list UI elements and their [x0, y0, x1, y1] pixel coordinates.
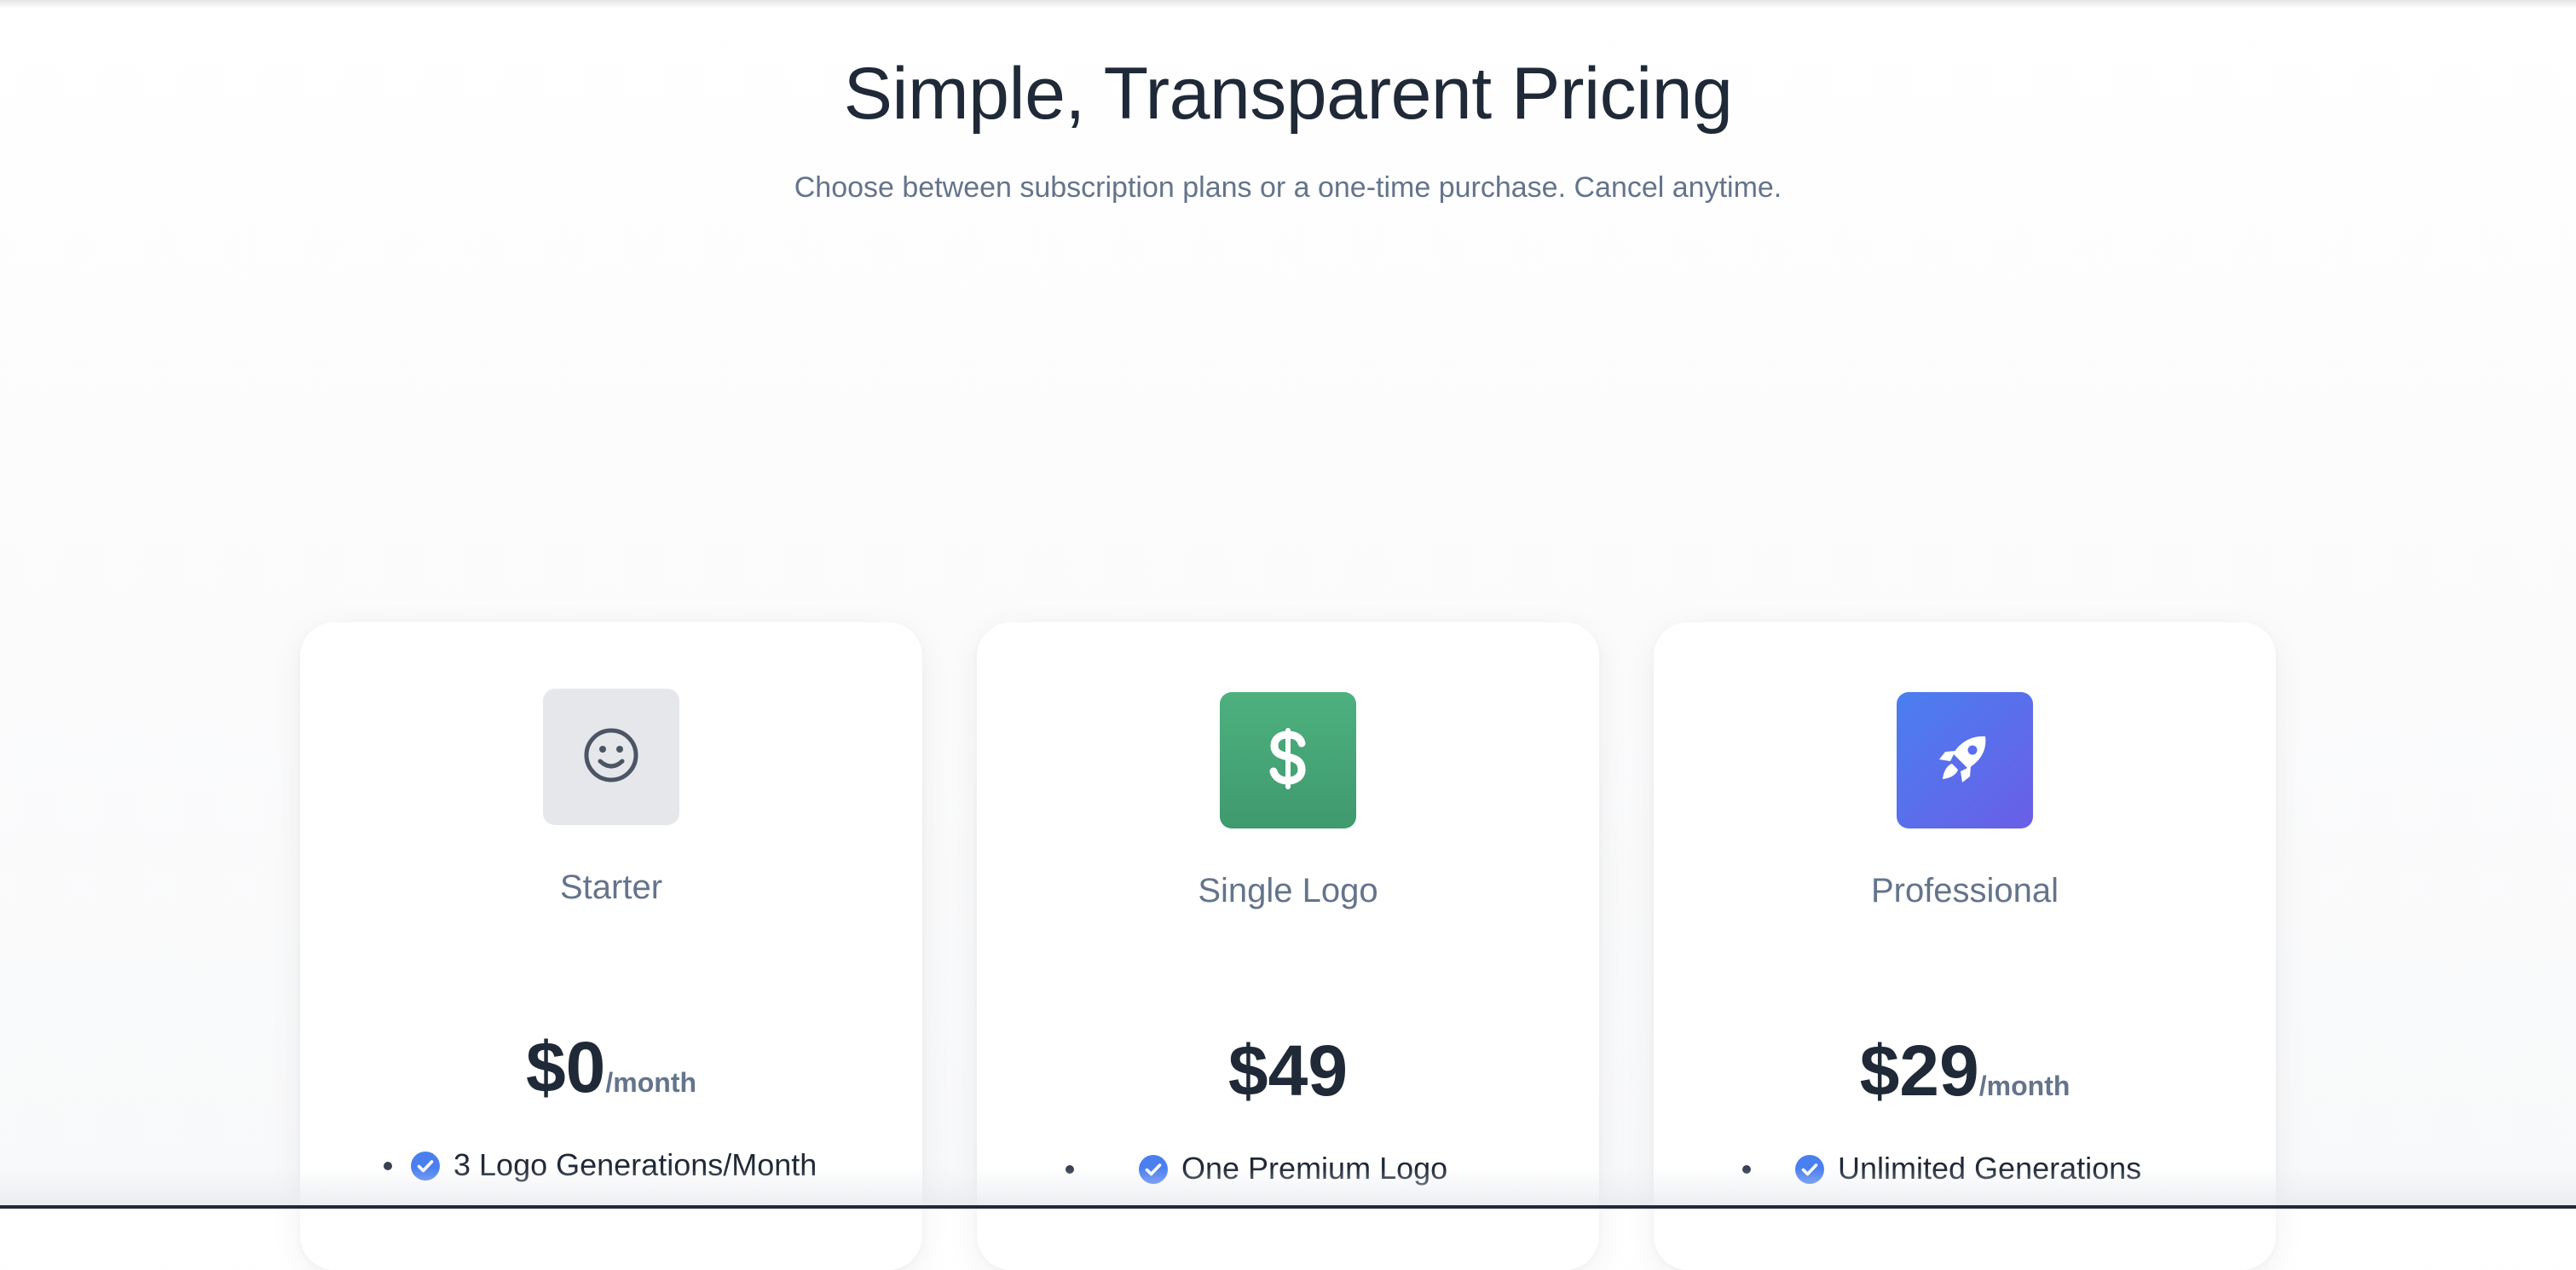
plan-price: $49	[977, 1028, 1599, 1134]
page-subtitle: Choose between subscription plans or a o…	[794, 171, 1782, 204]
price-amount: $29	[1859, 1030, 1979, 1111]
bottom-shadow	[0, 1168, 2576, 1209]
smiley-face-icon	[581, 725, 641, 789]
window-bottom-edge	[0, 1205, 2576, 1209]
price-period: /month	[1978, 1071, 2071, 1101]
plan-icon-tile	[1220, 692, 1356, 828]
price-period: /month	[605, 1067, 697, 1098]
plan-name: Single Logo	[1198, 872, 1378, 909]
plan-icon-tile	[543, 689, 679, 825]
dollar-sign-icon	[1262, 724, 1314, 797]
page-title: Simple, Transparent Pricing	[843, 52, 1733, 135]
plan-name: Starter	[559, 869, 663, 906]
plan-price: $0/month	[300, 1025, 922, 1131]
price-amount: $49	[1227, 1030, 1349, 1111]
plan-price: $29/month	[1654, 1028, 2276, 1134]
window-top-shadow	[0, 0, 2576, 9]
price-amount: $0	[525, 1027, 606, 1107]
plan-icon-tile	[1897, 692, 2033, 828]
rocket-icon	[1934, 728, 1996, 794]
plan-name: Professional	[1870, 872, 2059, 909]
